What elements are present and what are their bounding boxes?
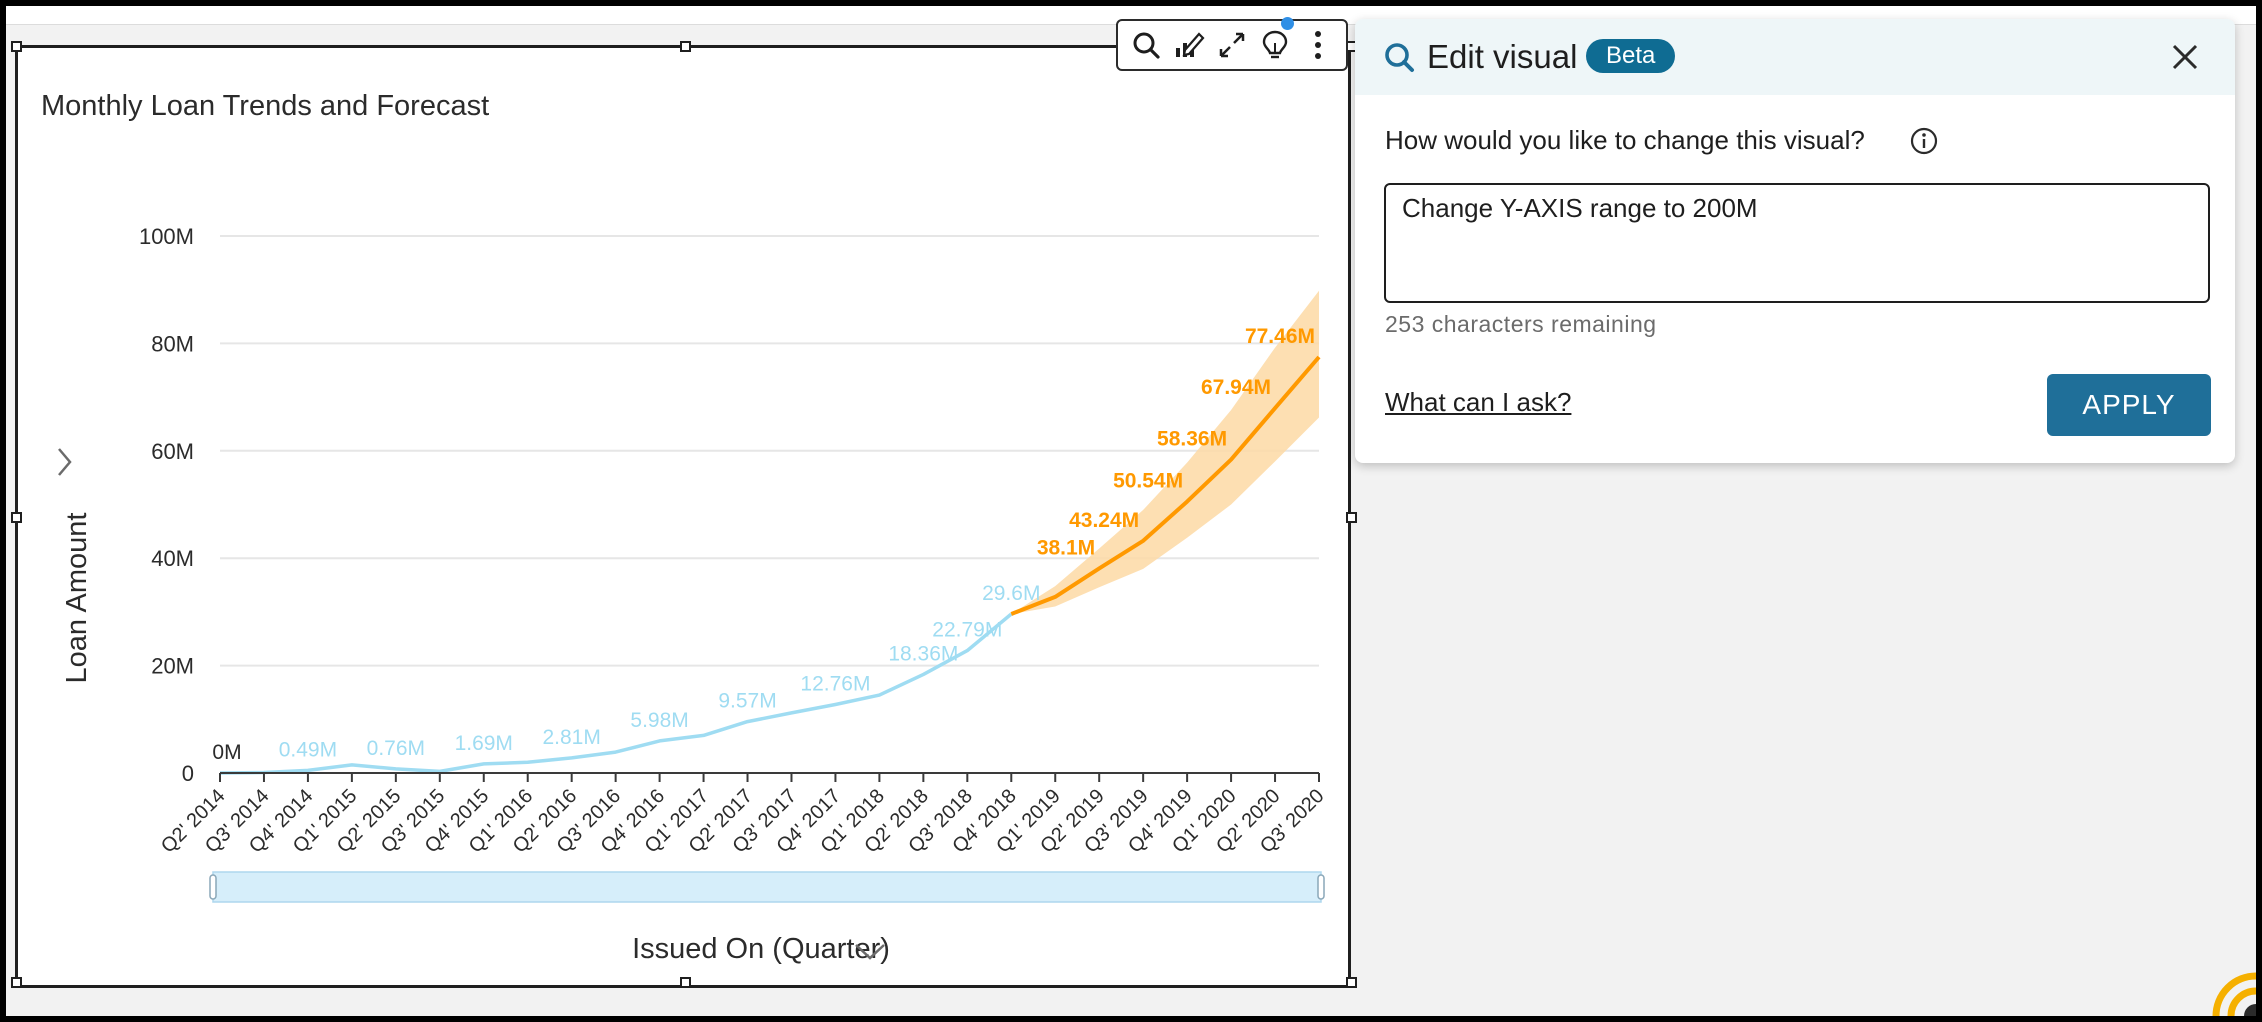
data-label: 1.69M xyxy=(455,732,513,755)
line-chart: 020M40M60M80M100MQ2' 2014Q3' 2014Q4' 201… xyxy=(58,224,1329,965)
prompt-input[interactable]: Change Y-AXIS range to 200M xyxy=(1384,183,2210,303)
more-options-icon xyxy=(1315,31,1322,59)
data-label: 12.76M xyxy=(800,672,870,695)
character-counter: 253 characters remaining xyxy=(1385,311,1657,337)
data-label: 5.98M xyxy=(630,709,688,732)
visual-toolbar xyxy=(1116,17,1348,71)
expand-icon xyxy=(1219,32,1245,58)
y-tick-label: 20M xyxy=(151,654,194,679)
y-tick-label: 100M xyxy=(139,224,194,249)
scrollbar-handle-left[interactable] xyxy=(209,874,217,900)
series-line-actual[interactable] xyxy=(219,612,1013,775)
data-label: 77.46M xyxy=(1245,325,1315,348)
panel-header: Edit visual Beta xyxy=(1355,19,2235,95)
data-label: 0.76M xyxy=(367,737,425,760)
x-axis-scrollbar[interactable] xyxy=(209,871,1325,903)
notification-dot xyxy=(1281,17,1295,30)
insight-lightbulb-icon xyxy=(1262,30,1288,59)
edit-chart-icon xyxy=(1175,32,1205,57)
y-tick-label: 40M xyxy=(151,546,194,571)
data-label: 50.54M xyxy=(1113,470,1183,493)
y-tick-label: 60M xyxy=(151,439,194,464)
data-label: 29.6M xyxy=(982,582,1040,605)
data-label: 9.57M xyxy=(718,690,776,713)
data-label: 58.36M xyxy=(1157,428,1227,451)
x-axis-title[interactable]: Issued On (Quarter) xyxy=(632,933,890,965)
visual-card[interactable]: Monthly Loan Trends and Forecast 0 20M 40M… xyxy=(11,41,1357,988)
y-axis-title[interactable]: Loan Amount xyxy=(61,513,93,684)
app-logo-icon xyxy=(2212,972,2256,1016)
y-tick-label: 0 xyxy=(182,761,194,786)
close-button[interactable] xyxy=(2165,37,2205,77)
apply-button[interactable]: APPLY xyxy=(2047,374,2211,436)
data-label: 2.81M xyxy=(542,726,600,749)
toolbar-more-options-button[interactable] xyxy=(1301,25,1335,65)
chart-grid xyxy=(220,235,1319,667)
toolbar-insight-button[interactable] xyxy=(1258,17,1295,65)
data-label: 22.79M xyxy=(932,619,1002,642)
y-tick-label: 80M xyxy=(151,331,194,356)
edit-visual-panel: Edit visual Beta How would you like to c… xyxy=(1355,19,2235,463)
data-label: 18.36M xyxy=(888,642,958,665)
data-label: 67.94M xyxy=(1201,376,1271,399)
toolbar-expand-button[interactable] xyxy=(1215,25,1249,65)
q-search-icon xyxy=(1385,43,1414,72)
info-icon[interactable] xyxy=(1909,126,1939,156)
data-label: 43.24M xyxy=(1069,509,1139,532)
data-label: 0.49M xyxy=(279,738,337,761)
toolbar-search-button[interactable] xyxy=(1129,25,1163,65)
data-label: 0M xyxy=(212,741,241,764)
search-icon xyxy=(1133,32,1160,59)
what-can-i-ask-link[interactable]: What can I ask? xyxy=(1385,387,1571,418)
expand-axis-chevron-icon[interactable] xyxy=(58,448,72,476)
beta-badge: Beta xyxy=(1586,39,1676,73)
scrollbar-handle-right[interactable] xyxy=(1317,874,1325,900)
close-icon xyxy=(2172,44,2198,70)
panel-title: Edit visual xyxy=(1427,38,1578,75)
app-window: Monthly Loan Trends and Forecast 0 20M 40M… xyxy=(6,6,2256,1016)
toolbar-edit-chart-button[interactable] xyxy=(1172,25,1206,65)
data-label: 38.1M xyxy=(1037,536,1095,559)
prompt-label: How would you like to change this visual… xyxy=(1385,125,1865,155)
